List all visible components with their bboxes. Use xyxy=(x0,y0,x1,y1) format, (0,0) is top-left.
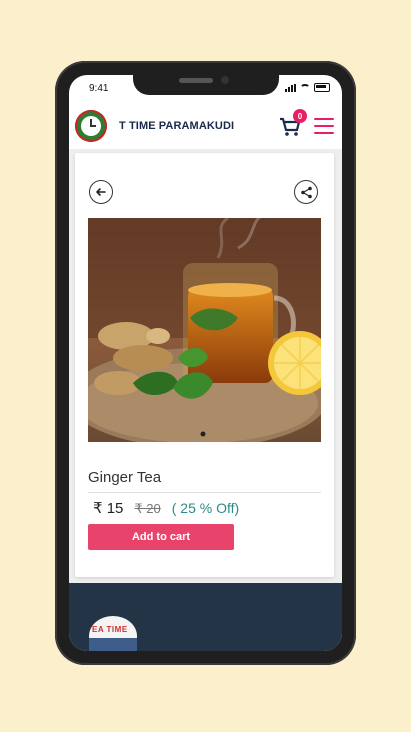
wifi-icon xyxy=(300,83,310,92)
product-name: Ginger Tea xyxy=(88,469,162,486)
back-button[interactable] xyxy=(89,180,113,204)
selling-price: ₹ 15 xyxy=(93,500,124,517)
speaker xyxy=(179,78,213,83)
hamburger-menu-icon[interactable] xyxy=(314,118,334,134)
clock-icon xyxy=(81,116,101,136)
phone-frame: 9:41 T TIME PARAMAKUDI 0 Ginger Tea ₹ 15… xyxy=(55,61,356,665)
product-card: Ginger Tea ₹ 15 ₹ 20 ( 25 % Off) Add to … xyxy=(75,153,334,577)
status-time: 9:41 xyxy=(89,83,109,94)
back-arrow-icon xyxy=(96,188,106,196)
share-button[interactable] xyxy=(294,180,318,204)
battery-icon xyxy=(314,83,330,92)
brand-logo[interactable] xyxy=(75,110,107,142)
discount-label: ( 25 % Off) xyxy=(171,500,240,516)
price-row: ₹ 15 ₹ 20 ( 25 % Off) xyxy=(93,499,239,517)
screen: 9:41 T TIME PARAMAKUDI 0 Ginger Tea ₹ 15… xyxy=(69,75,342,651)
original-price: ₹ 20 xyxy=(134,501,161,516)
notch xyxy=(133,75,279,95)
add-to-cart-button[interactable]: Add to cart xyxy=(88,524,234,550)
app-header: T TIME PARAMAKUDI 0 xyxy=(69,101,342,149)
footer: EA TIME xyxy=(69,583,342,651)
ginger-tea-photo xyxy=(88,218,321,442)
brand-title: T TIME PARAMAKUDI xyxy=(119,120,235,132)
footer-logo[interactable]: EA TIME xyxy=(89,616,137,651)
camera xyxy=(221,76,229,84)
divider xyxy=(88,492,321,493)
product-image[interactable] xyxy=(88,218,321,442)
share-icon xyxy=(300,186,312,198)
signal-icon xyxy=(285,83,296,92)
cart-count-badge: 0 xyxy=(293,109,307,123)
status-icons xyxy=(285,83,330,92)
cart-button[interactable]: 0 xyxy=(279,109,307,137)
footer-logo-text: EA TIME xyxy=(92,625,128,634)
